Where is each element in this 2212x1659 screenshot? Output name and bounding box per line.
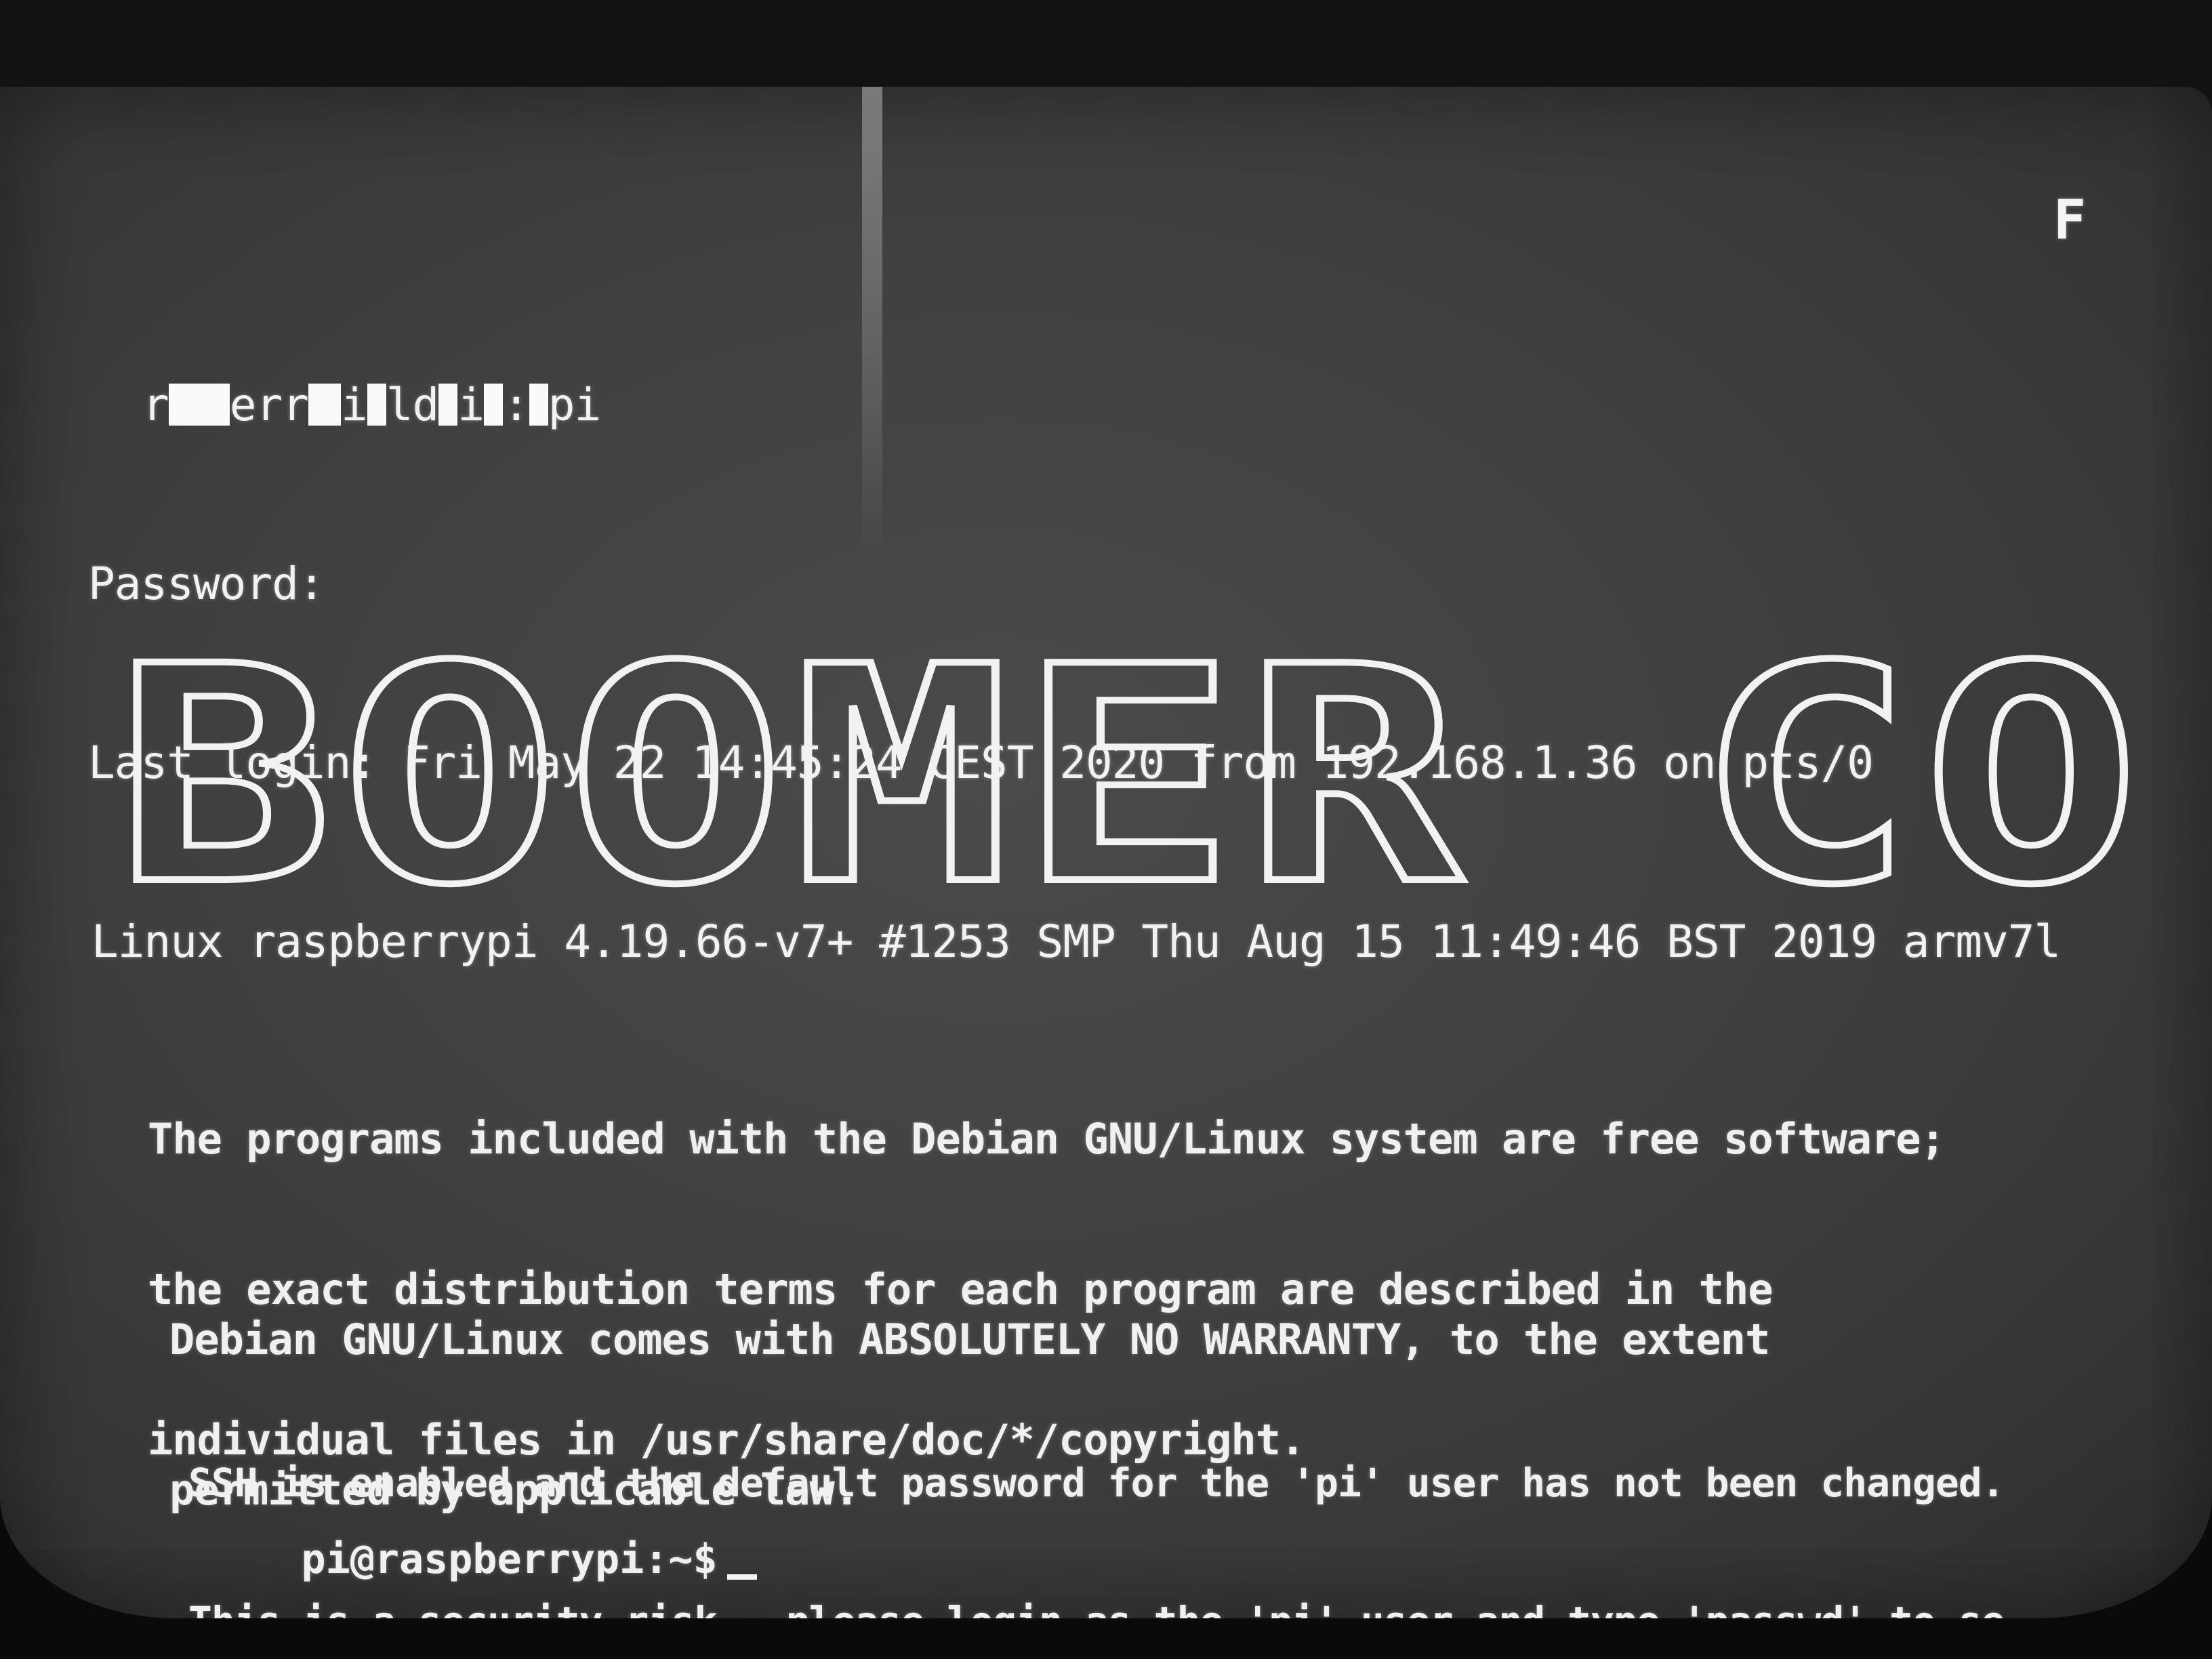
login-part: i: [457, 379, 485, 431]
ascii-banner: BOOMER CO: [112, 600, 2148, 954]
login-line: r err i ld i: pi: [129, 375, 2060, 435]
login-part: ld: [386, 379, 439, 431]
redaction-block: [367, 384, 386, 426]
shell-prompt: pi@raspberrypi:~$: [301, 1536, 718, 1583]
login-part: err: [229, 379, 309, 431]
banner-svg: BOOMER CO: [112, 600, 2145, 954]
motd-line: Debian GNU/Linux comes with ABSOLUTELY N…: [169, 1315, 1770, 1364]
corner-marker: F: [2053, 188, 2087, 251]
redaction-block: [308, 384, 341, 426]
redaction-block: [483, 384, 503, 426]
redaction-block: [438, 384, 458, 426]
text-cursor[interactable]: [726, 1574, 757, 1580]
redaction-block: [168, 384, 230, 426]
redaction-block: [529, 384, 548, 426]
login-part: r: [142, 379, 169, 431]
login-part: i: [340, 379, 368, 431]
crt-screen[interactable]: F r err i ld i: pi Password: Last login: Fri …: [0, 87, 2212, 1618]
motd-line: The programs included with the Debian GN…: [148, 1114, 1946, 1164]
login-part: pi: [548, 379, 601, 431]
login-part: :: [502, 379, 530, 431]
banner-text: BOOMER CO: [115, 603, 2148, 950]
shell-prompt-line[interactable]: pi@raspberrypi:~$: [203, 1488, 757, 1618]
